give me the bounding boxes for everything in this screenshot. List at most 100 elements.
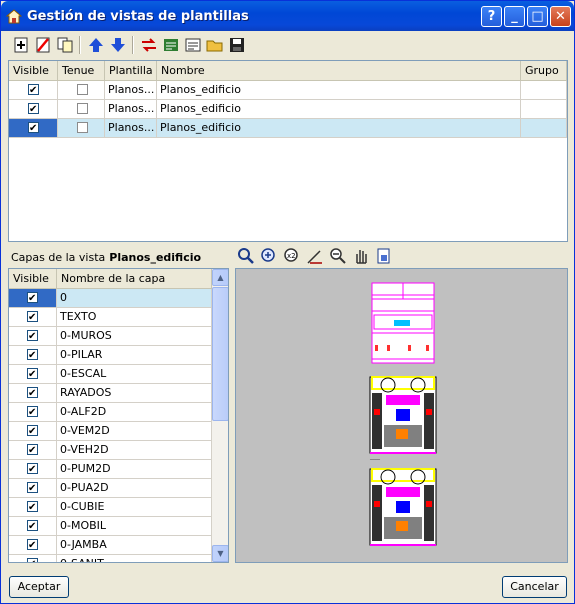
close-icon: ✕ — [555, 9, 566, 24]
zoom-x2-icon[interactable]: x2 — [283, 247, 301, 265]
layer-visible-cell — [9, 517, 57, 535]
zoom-out-icon[interactable] — [329, 247, 347, 265]
svg-text:x2: x2 — [287, 252, 296, 260]
visible-cell — [9, 81, 58, 99]
visible-checkbox[interactable] — [28, 82, 39, 99]
list-item[interactable]: 0-MOBIL — [9, 517, 212, 536]
tenue-checkbox[interactable] — [77, 103, 88, 114]
layer-visible-checkbox[interactable] — [27, 442, 38, 459]
close-button[interactable]: ✕ — [550, 6, 571, 27]
layer-visible-checkbox[interactable] — [27, 537, 38, 554]
layers-label-text: Capas de la vista — [11, 251, 106, 264]
zoom-window-icon[interactable] — [237, 247, 255, 265]
layer-visible-cell — [9, 460, 57, 478]
add-icon[interactable] — [12, 36, 30, 54]
print-preview-icon[interactable] — [375, 247, 393, 265]
scroll-thumb[interactable] — [212, 287, 228, 421]
layer-visible-cell — [9, 536, 57, 554]
list-item[interactable]: 0-VEH2D — [9, 441, 212, 460]
tenue-checkbox[interactable] — [77, 84, 88, 95]
layer-visible-checkbox[interactable] — [27, 423, 38, 440]
layer-visible-checkbox[interactable] — [27, 556, 38, 562]
table-row[interactable]: Planos...Planos_edificio — [9, 100, 567, 119]
layer-name-cell: 0-SANIT — [57, 555, 212, 562]
visible-checkbox[interactable] — [28, 101, 39, 118]
list-item[interactable]: 0-JAMBA — [9, 536, 212, 555]
scroll-down-icon[interactable]: ▼ — [212, 545, 228, 562]
layer-name-cell: 0-ESCAL — [57, 365, 212, 383]
layer-visible-checkbox[interactable] — [27, 366, 38, 383]
pan-hand-icon[interactable] — [352, 247, 370, 265]
layer-visible-checkbox[interactable] — [27, 385, 38, 402]
layer-visible-cell — [9, 384, 57, 402]
drawing-preview[interactable]: _____ — [235, 268, 568, 563]
list-item[interactable]: 0 — [9, 289, 212, 308]
col-plantilla[interactable]: Plantilla — [105, 61, 157, 81]
measure-icon[interactable] — [306, 247, 324, 265]
list-item[interactable]: RAYADOS — [9, 384, 212, 403]
minimize-icon: _ — [511, 9, 518, 24]
minimize-button[interactable]: _ — [504, 6, 525, 27]
layer-visible-cell — [9, 479, 57, 497]
grupo-cell — [521, 100, 567, 118]
layer-visible-checkbox[interactable] — [27, 309, 38, 326]
layers-scrollbar[interactable]: ▲ ▼ — [212, 269, 228, 562]
maximize-icon: □ — [531, 9, 544, 24]
list-item[interactable]: 0-PILAR — [9, 346, 212, 365]
layer-name-cell: 0 — [57, 289, 212, 307]
layer-visible-checkbox[interactable] — [27, 461, 38, 478]
list-item[interactable]: 0-PUA2D — [9, 479, 212, 498]
col-visible[interactable]: Visible — [9, 61, 58, 81]
layer-visible-checkbox[interactable] — [27, 518, 38, 535]
col-layer-name[interactable]: Nombre de la capa — [57, 269, 212, 289]
list-item[interactable]: 0-CUBIE — [9, 498, 212, 517]
table-row[interactable]: Planos...Planos_edificio — [9, 81, 567, 100]
open-folder-icon[interactable] — [206, 36, 224, 54]
maximize-button[interactable]: □ — [527, 6, 548, 27]
col-nombre[interactable]: Nombre — [157, 61, 521, 81]
list-item[interactable]: 0-PUM2D — [9, 460, 212, 479]
nombre-cell: Planos_edificio — [157, 119, 521, 137]
col-grupo[interactable]: Grupo — [521, 61, 567, 81]
grupo-cell — [521, 81, 567, 99]
move-up-icon[interactable] — [87, 36, 105, 54]
import-icon[interactable] — [184, 36, 202, 54]
table-row[interactable]: Planos...Planos_edificio — [9, 119, 567, 138]
move-down-icon[interactable] — [109, 36, 127, 54]
visible-checkbox[interactable] — [28, 120, 39, 137]
list-item[interactable]: TEXTO — [9, 308, 212, 327]
layer-visible-cell — [9, 308, 57, 326]
help-button[interactable]: ? — [481, 6, 502, 27]
list-item[interactable]: 0-MUROS — [9, 327, 212, 346]
layer-visible-checkbox[interactable] — [27, 499, 38, 516]
swap-icon[interactable] — [140, 36, 158, 54]
nombre-cell: Planos_edificio — [157, 81, 521, 99]
cancel-button[interactable]: Cancelar — [502, 576, 567, 598]
scroll-up-icon[interactable]: ▲ — [212, 269, 228, 286]
layer-name-cell: 0-JAMBA — [57, 536, 212, 554]
visible-cell — [9, 119, 58, 137]
save-icon[interactable] — [228, 36, 246, 54]
delete-icon[interactable] — [34, 36, 52, 54]
plantilla-cell: Planos... — [105, 119, 157, 137]
copy-icon[interactable] — [56, 36, 74, 54]
col-tenue[interactable]: Tenue — [58, 61, 105, 81]
layer-visible-checkbox[interactable] — [27, 404, 38, 421]
export-icon[interactable] — [162, 36, 180, 54]
accept-button[interactable]: Aceptar — [9, 576, 69, 598]
layers-table: Visible Nombre de la capa 0TEXTO0-MUROS0… — [8, 268, 229, 563]
list-item[interactable]: 0-SANIT — [9, 555, 212, 562]
layer-visible-checkbox[interactable] — [27, 290, 38, 307]
col-layer-visible[interactable]: Visible — [9, 269, 57, 289]
layer-visible-cell — [9, 555, 57, 562]
layer-visible-checkbox[interactable] — [27, 328, 38, 345]
list-item[interactable]: 0-VEM2D — [9, 422, 212, 441]
zoom-extents-icon[interactable] — [260, 247, 278, 265]
layer-visible-checkbox[interactable] — [27, 480, 38, 497]
list-item[interactable]: 0-ALF2D — [9, 403, 212, 422]
tenue-checkbox[interactable] — [77, 122, 88, 133]
list-item[interactable]: 0-ESCAL — [9, 365, 212, 384]
grupo-cell — [521, 119, 567, 137]
layer-visible-checkbox[interactable] — [27, 347, 38, 364]
plantilla-cell: Planos... — [105, 100, 157, 118]
